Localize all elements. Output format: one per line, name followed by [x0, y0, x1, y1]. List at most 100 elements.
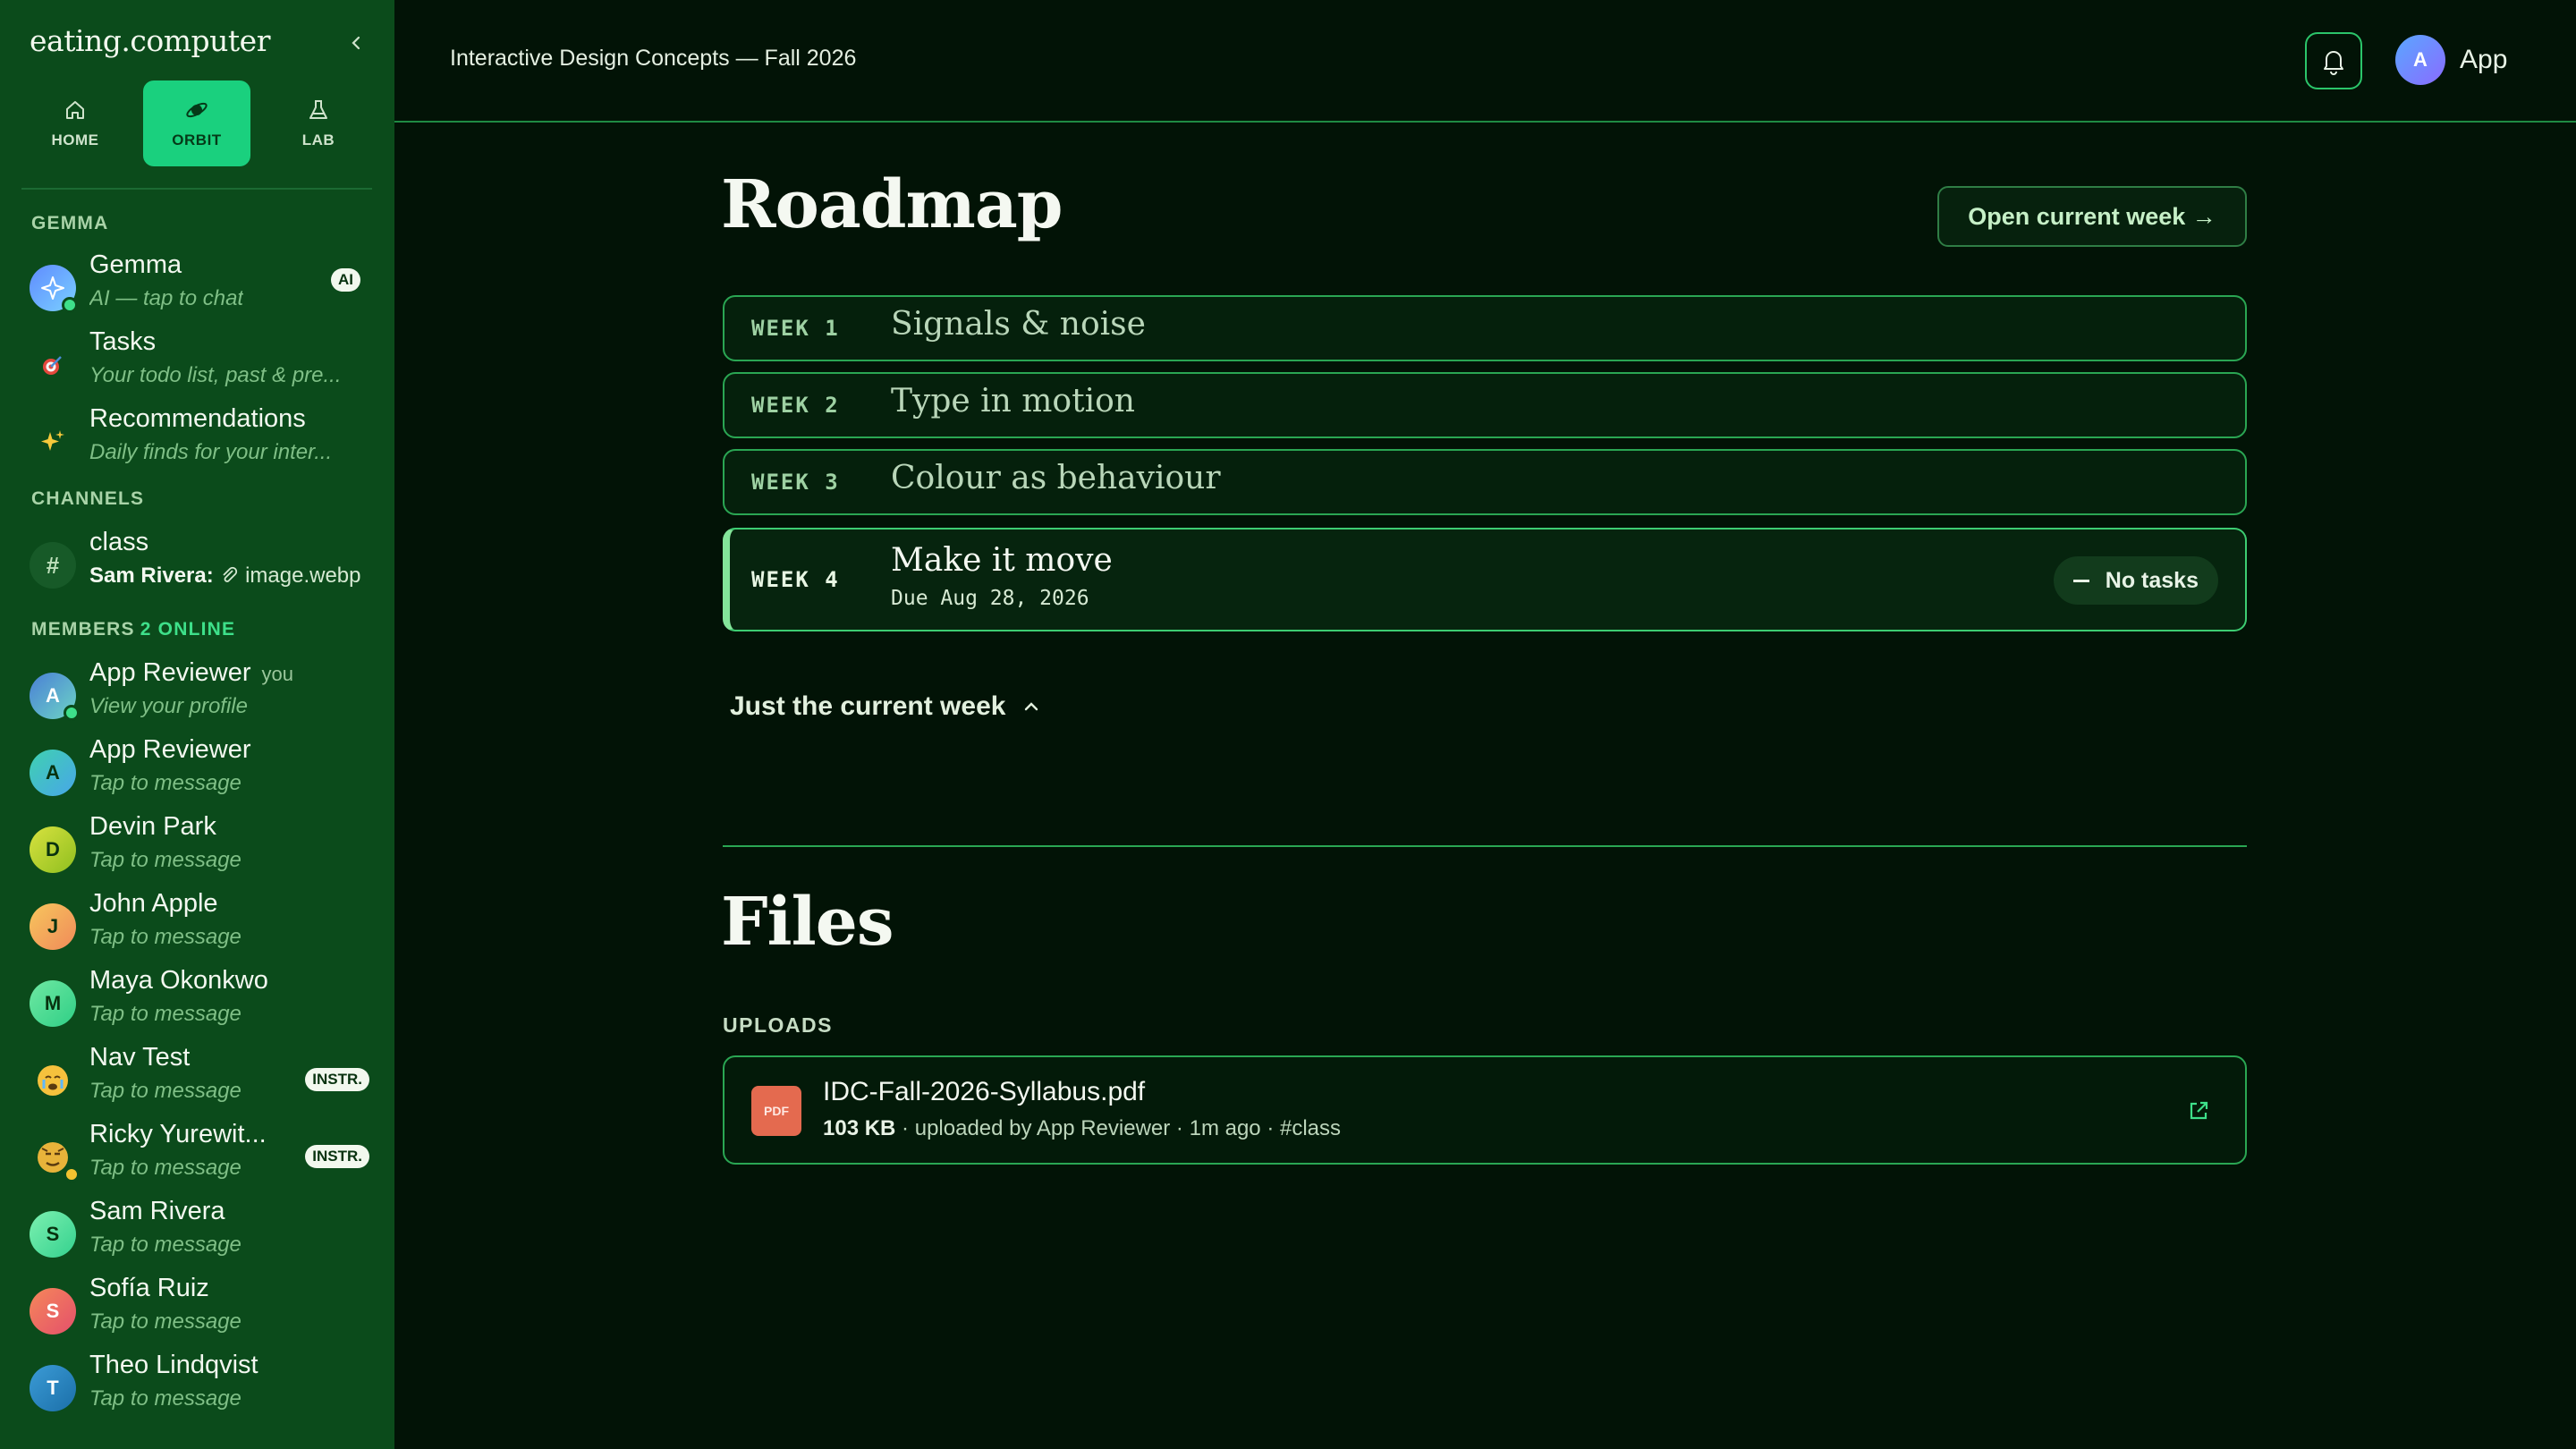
member-item[interactable]: D Devin Park Tap to message [30, 812, 369, 880]
brand-logo[interactable]: eating.computer [30, 23, 270, 58]
member-name: Devin Park [89, 812, 216, 841]
avatar: T [30, 1365, 76, 1411]
sidebar-item-channel-class[interactable]: # class Sam Rivera: image.webp [30, 528, 369, 596]
ai-badge: AI [331, 268, 360, 292]
member-name: Nav Test [89, 1043, 191, 1072]
meta-separator: · [1267, 1116, 1280, 1140]
member-item[interactable]: M Maya Okonkwo Tap to message [30, 966, 369, 1034]
tab-orbit[interactable]: ORBIT [143, 80, 250, 166]
section-label-gemma: GEMMA [31, 213, 109, 233]
member-name: Maya Okonkwo [89, 966, 268, 995]
uploads-label: UPLOADS [723, 1013, 833, 1037]
tasks-status-label: No tasks [2105, 567, 2199, 593]
file-time: 1m ago [1189, 1116, 1261, 1140]
section-divider [723, 845, 2247, 847]
course-title: Interactive Design Concepts — Fall 2026 [450, 46, 857, 71]
instructor-badge: INSTR. [305, 1068, 369, 1091]
channel-sender: Sam Rivera: [89, 564, 214, 588]
hash-icon: # [30, 542, 76, 589]
week-label: WEEK 1 [751, 316, 840, 341]
week-row-current[interactable]: WEEK 4 Make it move Due Aug 28, 2026 No … [723, 528, 2247, 631]
week-label: WEEK 2 [751, 393, 840, 418]
sidebar-divider [21, 188, 372, 190]
roadmap-title: Roadmap [721, 166, 1063, 243]
member-item[interactable]: S Sam Rivera Tap to message [30, 1197, 369, 1265]
user-avatar[interactable]: A [2395, 35, 2445, 85]
orbit-icon [186, 102, 208, 118]
file-size: 103 KB [823, 1116, 896, 1140]
avatar: D [30, 826, 76, 873]
member-item[interactable]: S Sofía Ruiz Tap to message [30, 1274, 369, 1342]
week-row[interactable]: WEEK 1 Signals & noise [723, 295, 2247, 361]
external-link-icon[interactable] [2186, 1098, 2211, 1123]
member-item[interactable]: J John Apple Tap to message [30, 889, 369, 957]
channel-attachment: image.webp [245, 564, 361, 588]
member-sub: Tap to message [89, 771, 242, 795]
member-name: Theo Lindqvist [89, 1351, 258, 1379]
members-label: MEMBERS [31, 619, 135, 640]
avatar: M [30, 980, 76, 1027]
avatar: S [30, 1211, 76, 1258]
gemma-name: Gemma [89, 250, 182, 279]
user-name[interactable]: App [2460, 45, 2507, 75]
current-week-toggle[interactable]: Just the current week [730, 691, 1041, 722]
avatar: J [30, 903, 76, 950]
sparkles-icon [30, 419, 76, 465]
collapse-sidebar-button[interactable] [343, 30, 369, 55]
sidebar-item-tasks[interactable]: Tasks Your todo list, past & pre... [30, 327, 369, 395]
tab-home[interactable]: HOME [21, 80, 129, 166]
avatar: A [30, 750, 76, 796]
member-item-self[interactable]: A App Reviewer you View your profile [30, 658, 369, 726]
member-sub: Tap to message [89, 925, 242, 949]
member-name: App Reviewer you [89, 658, 293, 688]
week-title: Make it move [891, 542, 1113, 579]
tab-lab[interactable]: LAB [265, 80, 372, 166]
sparkle-icon [41, 276, 64, 300]
member-item[interactable]: Ricky Yurewit... Tap to message INSTR. [30, 1120, 369, 1188]
member-name-text: App Reviewer [89, 658, 251, 687]
recommendations-sub: Daily finds for your inter... [89, 440, 333, 464]
files-title: Files [721, 884, 894, 961]
file-meta: 103 KB · uploaded by App Reviewer · 1m a… [823, 1116, 1341, 1141]
gemma-sub: AI — tap to chat [89, 286, 244, 310]
member-sub: Tap to message [89, 1002, 242, 1026]
member-sub: Tap to message [89, 1386, 242, 1411]
home-icon [66, 101, 84, 119]
notifications-button[interactable] [2305, 32, 2362, 89]
channel-name: class [89, 528, 149, 556]
gemma-avatar [30, 265, 78, 313]
online-dot [62, 297, 78, 313]
sidebar-item-recommendations[interactable]: Recommendations Daily finds for your int… [30, 404, 369, 472]
sidebar-item-gemma[interactable]: Gemma AI — tap to chat AI [30, 250, 369, 318]
member-sub: Tap to message [89, 1156, 242, 1180]
member-name: Sofía Ruiz [89, 1274, 209, 1302]
online-count: 2 ONLINE [140, 619, 236, 640]
member-item[interactable]: T Theo Lindqvist Tap to message [30, 1351, 369, 1419]
week-label: WEEK 4 [751, 567, 840, 592]
chevron-left-icon [352, 36, 360, 50]
tab-lab-label: LAB [301, 131, 335, 148]
target-icon [30, 342, 76, 388]
member-item[interactable]: Nav Test Tap to message INSTR. [30, 1043, 369, 1111]
member-item[interactable]: A App Reviewer Tap to message [30, 735, 369, 803]
toggle-label: Just the current week [730, 691, 1006, 721]
file-item[interactable]: PDF IDC-Fall-2026-Syllabus.pdf 103 KB · … [723, 1055, 2247, 1165]
week-title: Signals & noise [891, 306, 1146, 343]
topbar: Interactive Design Concepts — Fall 2026 … [394, 0, 2576, 123]
flask-icon [309, 100, 327, 119]
meta-separator: · [902, 1116, 915, 1140]
week-row[interactable]: WEEK 3 Colour as behaviour [723, 449, 2247, 515]
you-label: you [261, 663, 294, 685]
online-dot [64, 705, 80, 721]
member-name: John Apple [89, 889, 218, 918]
emoji-avatar-icon [30, 1057, 76, 1104]
channel-last-message: Sam Rivera: image.webp [89, 564, 361, 589]
tasks-status-pill: No tasks [2053, 556, 2218, 605]
week-due-date: Due Aug 28, 2026 [891, 587, 1089, 610]
member-sub: Tap to message [89, 1309, 242, 1334]
member-name: App Reviewer [89, 735, 251, 764]
week-label: WEEK 3 [751, 470, 840, 495]
open-current-week-button[interactable]: Open current week → [1937, 186, 2247, 247]
week-title: Colour as behaviour [891, 460, 1221, 496]
week-row[interactable]: WEEK 2 Type in motion [723, 372, 2247, 438]
